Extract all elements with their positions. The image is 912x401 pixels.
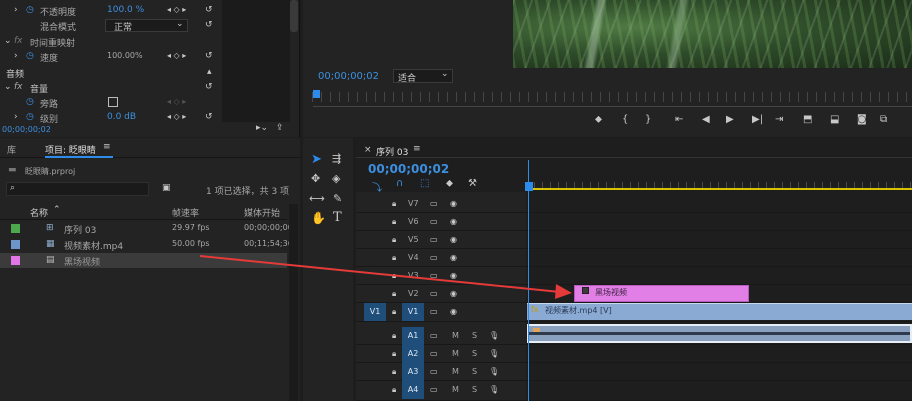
annotation-arrow — [199, 255, 572, 299]
arrow-head — [555, 284, 572, 299]
arrow-shaft — [199, 255, 561, 293]
